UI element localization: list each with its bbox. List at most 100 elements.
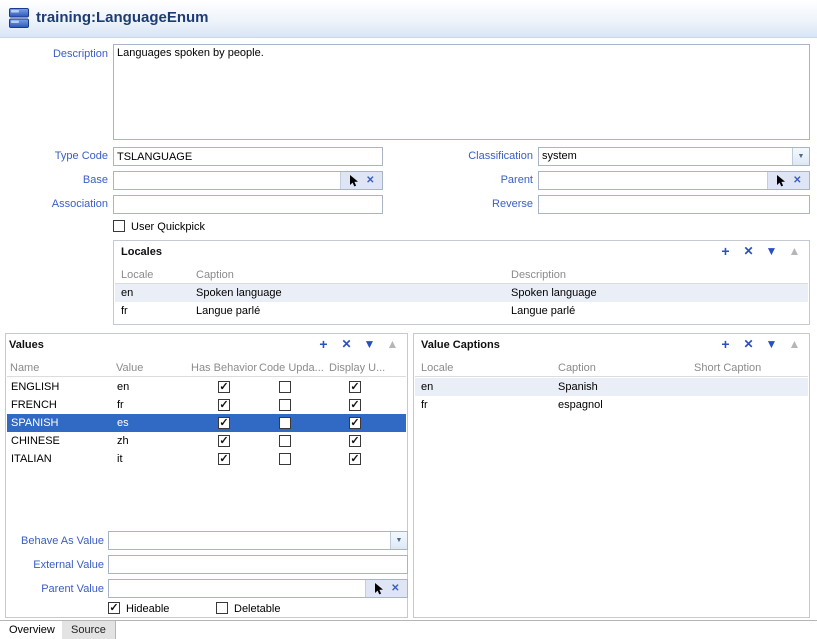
table-row[interactable]: FRENCH fr ✓ ✓ ✓: [7, 396, 406, 414]
col-description: Description: [511, 269, 566, 281]
table-row[interactable]: SPANISH es ✓ ✓ ✓: [7, 414, 406, 432]
has-behavior-checkbox[interactable]: ✓: [218, 453, 230, 465]
tab-source[interactable]: Source: [62, 621, 116, 639]
move-up-icon[interactable]: ▲: [788, 244, 801, 258]
values-toolbar: + ✕ ▼ ▲: [317, 337, 399, 351]
code-update-checkbox[interactable]: ✓: [279, 417, 291, 429]
editor-tabbar: Overview Source: [0, 620, 817, 639]
display-update-checkbox[interactable]: ✓: [349, 417, 361, 429]
user-quickpick-label: User Quickpick: [131, 221, 205, 233]
code-update-checkbox[interactable]: ✓: [279, 381, 291, 393]
classification-label: Classification: [425, 150, 533, 162]
parent-value-field[interactable]: ✕: [108, 579, 408, 598]
col-locale: Locale: [421, 362, 453, 374]
behave-as-value-select[interactable]: ▼: [108, 531, 408, 550]
delete-icon[interactable]: ✕: [742, 337, 755, 351]
values-panel: Values + ✕ ▼ ▲ Name Value Has Behavior C…: [5, 333, 408, 618]
has-behavior-checkbox[interactable]: ✓: [218, 417, 230, 429]
display-update-checkbox[interactable]: ✓: [349, 399, 361, 411]
col-display-update: Display U...: [329, 362, 385, 374]
col-code-update: Code Upda...: [259, 362, 324, 374]
col-name: Name: [10, 362, 39, 374]
association-label: Association: [0, 198, 108, 210]
page-title: training:LanguageEnum: [36, 9, 209, 26]
deletable-checkbox[interactable]: ✓: [216, 602, 228, 614]
locales-toolbar: + ✕ ▼ ▲: [719, 244, 801, 258]
code-update-checkbox[interactable]: ✓: [279, 399, 291, 411]
base-field[interactable]: ✕: [113, 171, 383, 190]
classification-value: system: [539, 148, 792, 165]
behave-as-value-label: Behave As Value: [6, 535, 104, 547]
table-row[interactable]: en Spanish: [415, 378, 808, 396]
hideable-label: Hideable: [126, 603, 169, 615]
external-value-label: External Value: [6, 559, 104, 571]
clear-icon[interactable]: ✕: [391, 583, 399, 594]
reverse-label: Reverse: [425, 198, 533, 210]
picker-arrow-icon[interactable]: [776, 175, 786, 187]
tab-overview[interactable]: Overview: [0, 621, 65, 639]
clear-icon[interactable]: ✕: [793, 175, 801, 186]
table-row[interactable]: ENGLISH en ✓ ✓ ✓: [7, 378, 406, 396]
chevron-down-icon[interactable]: ▼: [390, 532, 407, 549]
type-code-input[interactable]: [113, 147, 383, 166]
user-quickpick-checkbox[interactable]: ✓: [113, 220, 125, 232]
col-has-behavior: Has Behavior: [191, 362, 257, 374]
description-input[interactable]: Languages spoken by people.: [113, 44, 810, 140]
form-header: training:LanguageEnum: [0, 0, 817, 38]
type-code-label: Type Code: [0, 150, 108, 162]
enum-icon: [8, 6, 32, 30]
has-behavior-checkbox[interactable]: ✓: [218, 435, 230, 447]
clear-icon[interactable]: ✕: [366, 175, 374, 186]
table-row[interactable]: en Spoken language Spoken language: [115, 284, 808, 302]
code-update-checkbox[interactable]: ✓: [279, 435, 291, 447]
move-up-icon[interactable]: ▲: [386, 337, 399, 351]
parent-value-label: Parent Value: [6, 583, 104, 595]
display-update-checkbox[interactable]: ✓: [349, 435, 361, 447]
parent-value-input[interactable]: [109, 580, 365, 597]
table-row[interactable]: ITALIAN it ✓ ✓ ✓: [7, 450, 406, 468]
value-captions-panel: Value Captions + ✕ ▼ ▲ Locale Caption Sh…: [413, 333, 810, 618]
base-input[interactable]: [114, 172, 340, 189]
chevron-down-icon[interactable]: ▼: [792, 148, 809, 165]
picker-arrow-icon[interactable]: [349, 175, 359, 187]
table-row[interactable]: fr Langue parlé Langue parlé: [115, 302, 808, 320]
value-captions-toolbar: + ✕ ▼ ▲: [719, 337, 801, 351]
parent-field[interactable]: ✕: [538, 171, 810, 190]
move-up-icon[interactable]: ▲: [788, 337, 801, 351]
value-captions-title: Value Captions: [421, 339, 500, 351]
picker-arrow-icon[interactable]: [374, 583, 384, 595]
association-input[interactable]: [113, 195, 383, 214]
move-down-icon[interactable]: ▼: [363, 337, 376, 351]
move-down-icon[interactable]: ▼: [765, 337, 778, 351]
delete-icon[interactable]: ✕: [340, 337, 353, 351]
values-title: Values: [9, 339, 44, 351]
reverse-input[interactable]: [538, 195, 810, 214]
col-caption: Caption: [558, 362, 596, 374]
has-behavior-checkbox[interactable]: ✓: [218, 399, 230, 411]
move-down-icon[interactable]: ▼: [765, 244, 778, 258]
display-update-checkbox[interactable]: ✓: [349, 453, 361, 465]
has-behavior-checkbox[interactable]: ✓: [218, 381, 230, 393]
col-value: Value: [116, 362, 143, 374]
base-label: Base: [0, 174, 108, 186]
locales-panel: Locales + ✕ ▼ ▲ Locale Caption Descripti…: [113, 240, 810, 325]
display-update-checkbox[interactable]: ✓: [349, 381, 361, 393]
col-caption: Caption: [196, 269, 234, 281]
classification-select[interactable]: system ▼: [538, 147, 810, 166]
add-icon[interactable]: +: [719, 244, 732, 258]
description-label: Description: [0, 48, 108, 60]
table-row[interactable]: CHINESE zh ✓ ✓ ✓: [7, 432, 406, 450]
external-value-input[interactable]: [108, 555, 408, 574]
col-short-caption: Short Caption: [694, 362, 761, 374]
add-icon[interactable]: +: [317, 337, 330, 351]
parent-input[interactable]: [539, 172, 767, 189]
locales-title: Locales: [121, 246, 162, 258]
table-row[interactable]: fr espagnol: [415, 396, 808, 414]
code-update-checkbox[interactable]: ✓: [279, 453, 291, 465]
parent-label: Parent: [425, 174, 533, 186]
add-icon[interactable]: +: [719, 337, 732, 351]
hideable-checkbox[interactable]: ✓: [108, 602, 120, 614]
delete-icon[interactable]: ✕: [742, 244, 755, 258]
behave-as-value-text: [109, 532, 390, 549]
deletable-label: Deletable: [234, 603, 280, 615]
